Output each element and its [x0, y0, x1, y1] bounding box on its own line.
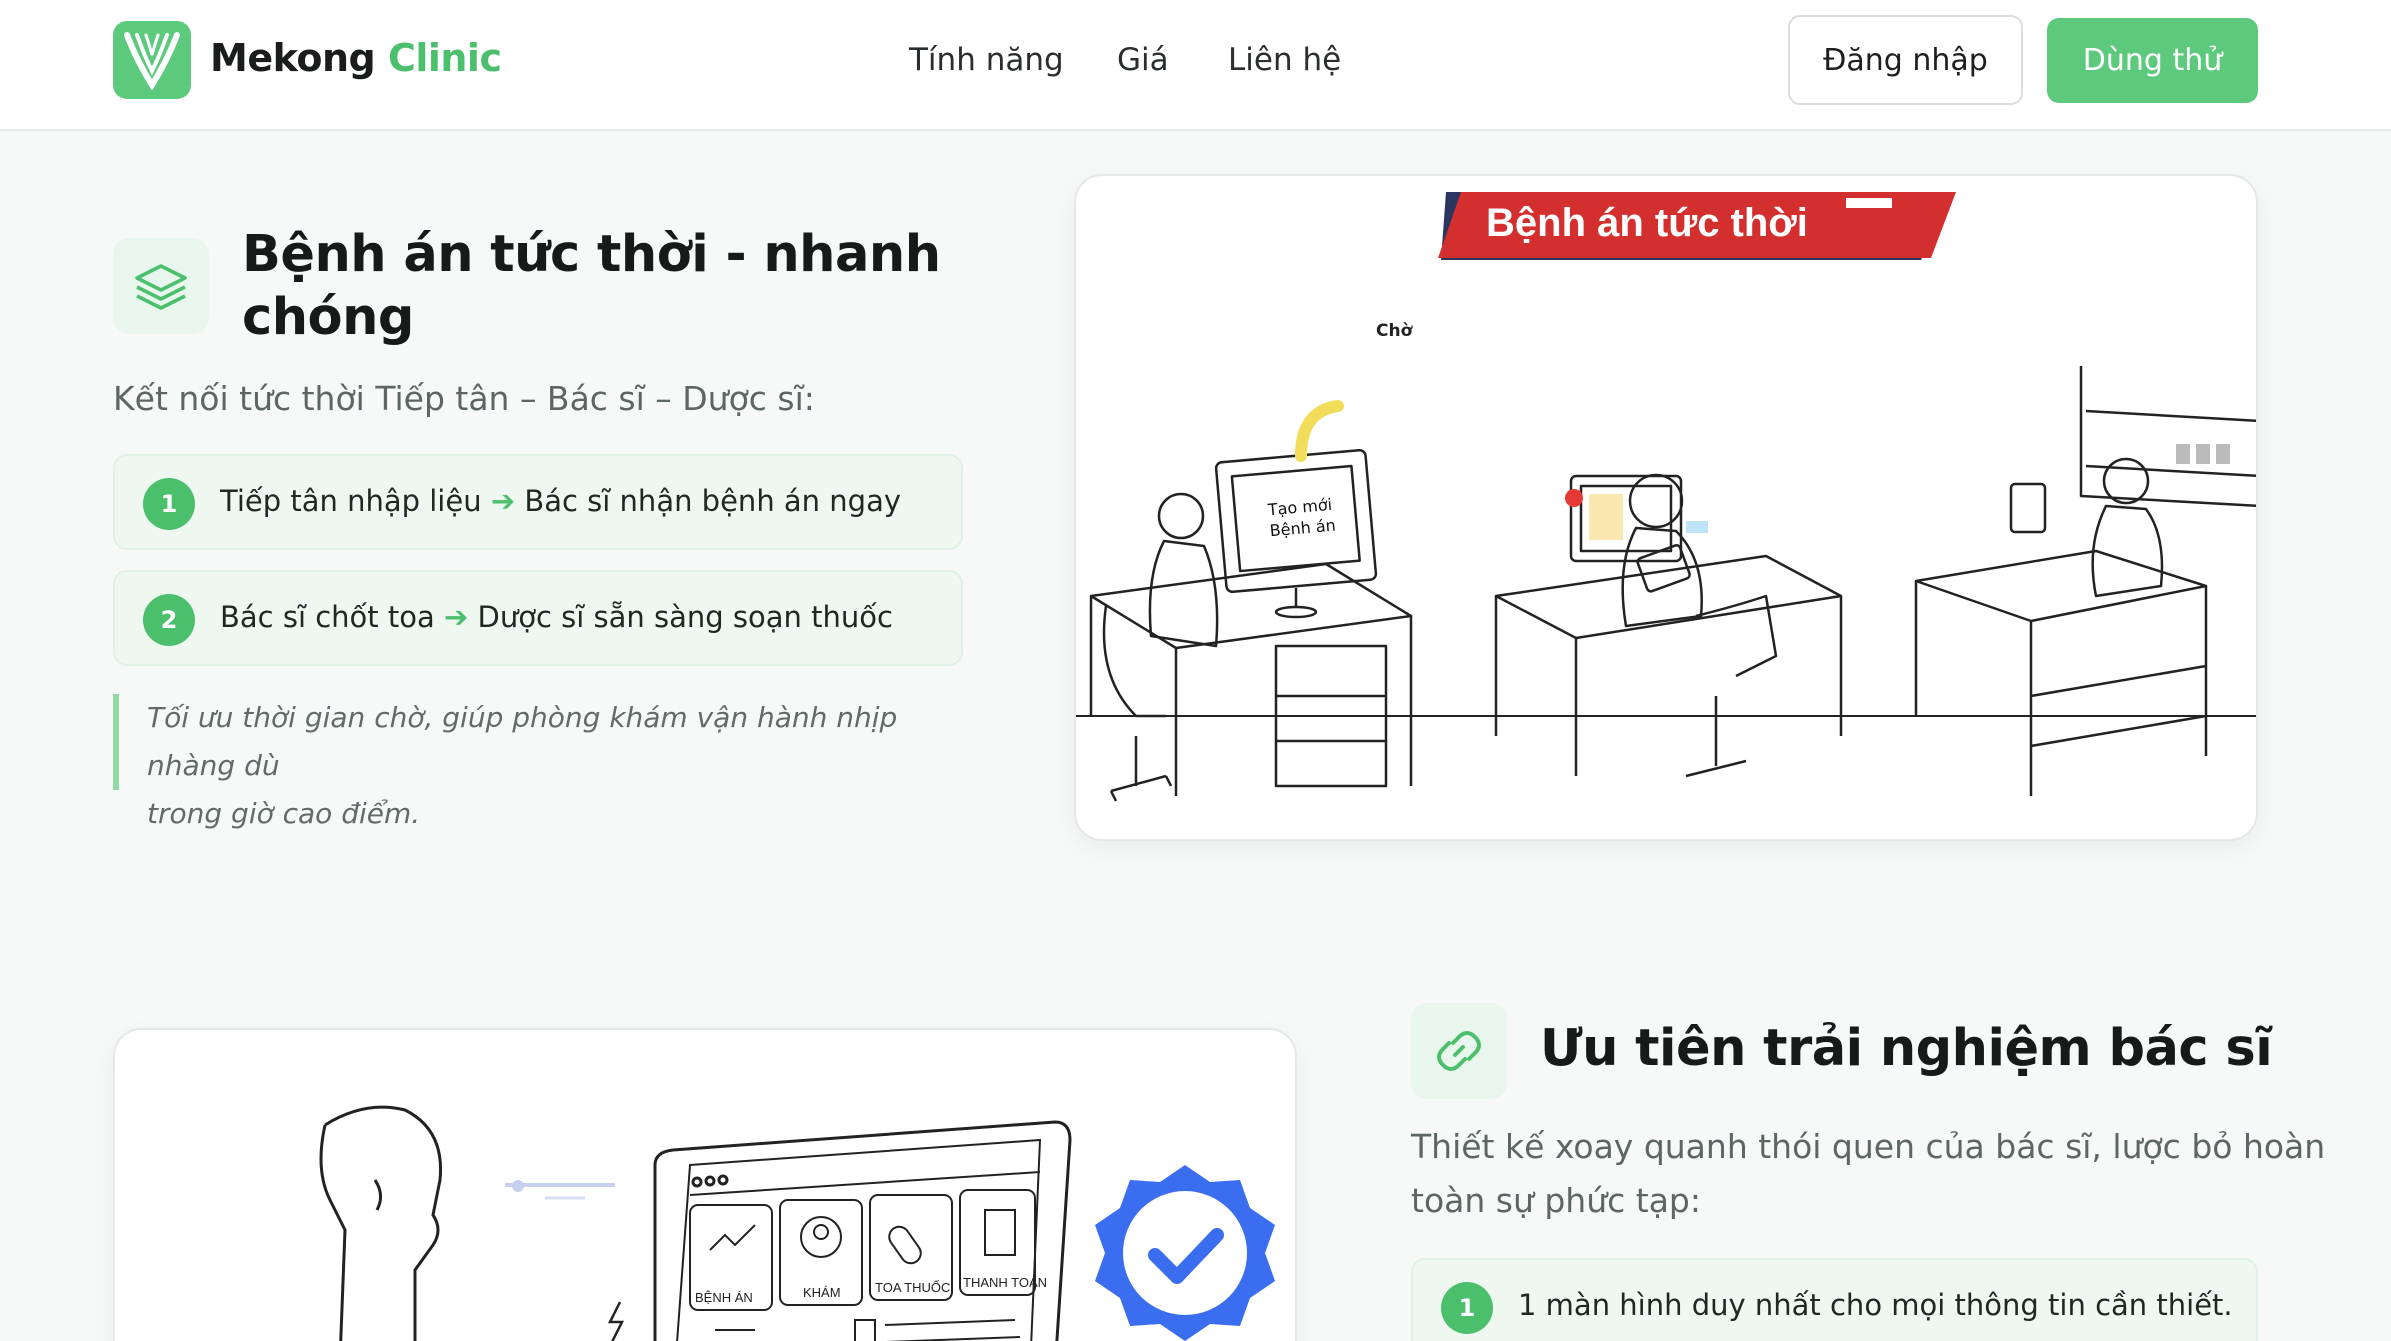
logo-icon[interactable] [113, 21, 191, 99]
tab-label-payment: THANH TOÁN [963, 1275, 1047, 1290]
brand-name[interactable]: Mekong Clinic [210, 36, 502, 80]
step-item: 1 Tiếp tân nhập liệu ➔ Bác sĩ nhận bệnh … [113, 454, 963, 550]
link-icon [1411, 1003, 1507, 1099]
trial-button[interactable]: Dùng thử [2047, 18, 2258, 103]
arrow-right-icon: ➔ [443, 600, 469, 634]
nav-contact[interactable]: Liên hệ [1228, 42, 1341, 78]
quote-line-2: trong giờ cao điểm. [147, 797, 421, 830]
step-number: 1 [143, 478, 195, 530]
nav-pricing[interactable]: Giá [1117, 42, 1169, 78]
step-number: 1 [1441, 1282, 1493, 1334]
title-line-1: Bệnh án tức thời - nhanh [242, 225, 941, 284]
tab-label-prescription: TOA THUỐC [875, 1280, 950, 1295]
tab-label-exam: KHÁM [803, 1285, 841, 1300]
section-lead: Thiết kế xoay quanh thói quen của bác sĩ… [1411, 1120, 2325, 1228]
banner-text: Bệnh án tức thời [1486, 201, 1808, 245]
step-text: Tiếp tân nhập liệu ➔ Bác sĩ nhận bệnh án… [220, 484, 901, 518]
step-text-before: Bác sĩ chốt toa [220, 600, 435, 634]
lead-line-1: Thiết kế xoay quanh thói quen của bác sĩ… [1411, 1127, 2326, 1166]
step-text-after: Dược sĩ sẵn sàng soạn thuốc [477, 600, 893, 634]
top-navbar: Mekong Clinic Tính năng Giá Liên hệ Đăng… [0, 0, 2391, 131]
step-text-before: Tiếp tân nhập liệu [220, 484, 482, 518]
title-line-2: chóng [242, 288, 414, 347]
step-item: 1 1 màn hình duy nhất cho mọi thông tin … [1411, 1258, 2258, 1341]
doctor-experience-illustration: BỆNH ÁN KHÁM TOA THUỐC THANH TOÁN [113, 1028, 1297, 1341]
wait-label: Chờ [1376, 321, 1414, 341]
arrow-right-icon: ➔ [490, 484, 516, 518]
tab-label-record: BỆNH ÁN [695, 1290, 753, 1305]
verified-badge-icon [1095, 1165, 1275, 1341]
step-item: 2 Bác sĩ chốt toa ➔ Dược sĩ sẵn sàng soạ… [113, 570, 963, 666]
login-button[interactable]: Đăng nhập [1788, 15, 2023, 105]
layers-icon [113, 238, 209, 334]
section-title-doctor-experience: Ưu tiên trải nghiệm bác sĩ [1540, 1019, 2273, 1078]
nav-features[interactable]: Tính năng [909, 42, 1064, 78]
lead-line-2: toàn sự phức tạp: [1411, 1181, 1701, 1220]
highlight-quote: Tối ưu thời gian chờ, giúp phòng khám vậ… [113, 694, 973, 830]
section-title-instant-record: Bệnh án tức thời - nhanh chóng [242, 223, 941, 349]
section-lead: Kết nối tức thời Tiếp tân – Bác sĩ – Dượ… [113, 379, 815, 418]
step-number: 2 [143, 594, 195, 646]
step-text: 1 màn hình duy nhất cho mọi thông tin cầ… [1518, 1288, 2233, 1322]
monitor-line-2: Bệnh án [1269, 516, 1337, 541]
step-text: Bác sĩ chốt toa ➔ Dược sĩ sẵn sàng soạn … [220, 600, 893, 634]
doctor-tablet-drawing: BỆNH ÁN KHÁM TOA THUỐC THANH TOÁN [319, 1105, 1275, 1341]
step-text-after: Bác sĩ nhận bệnh án ngay [524, 484, 902, 518]
workflow-illustration: Bệnh án tức thời Chờ Tạo mới Bệnh án [1074, 174, 2258, 841]
clinic-workflow-drawing: Bệnh án tức thời Chờ Tạo mới Bệnh án [1076, 192, 2256, 802]
quote-line-1: Tối ưu thời gian chờ, giúp phòng khám vậ… [147, 701, 898, 782]
brand-name-second: Clinic [387, 36, 502, 80]
brand-name-first: Mekong [210, 36, 376, 80]
